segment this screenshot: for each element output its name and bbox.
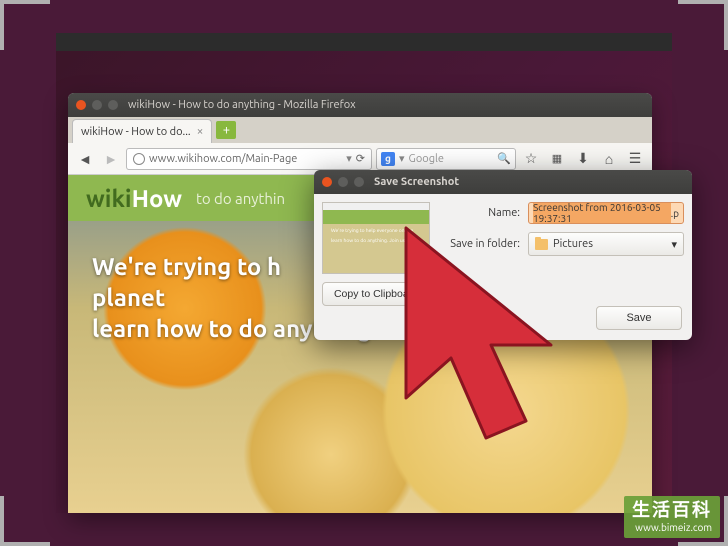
- forward-icon[interactable]: ►: [100, 148, 122, 170]
- system-menubar: [56, 33, 672, 51]
- dialog-titlebar[interactable]: Save Screenshot: [314, 170, 692, 194]
- minimize-icon[interactable]: [338, 177, 348, 187]
- filename-input[interactable]: Screenshot from 2016-03-05 19:37:31.p: [528, 202, 684, 224]
- window-title: wikiHow - How to do anything - Mozilla F…: [128, 99, 356, 111]
- close-tab-icon[interactable]: ×: [197, 125, 204, 138]
- url-text: www.wikihow.com/Main-Page: [149, 153, 297, 165]
- apps-icon[interactable]: ▦: [546, 148, 568, 170]
- filename-value: Screenshot from 2016-03-05 19:37:31: [533, 202, 671, 224]
- new-tab-button[interactable]: +: [216, 121, 236, 139]
- maximize-icon[interactable]: [108, 100, 118, 110]
- name-label: Name:: [440, 207, 520, 219]
- dropdown-icon[interactable]: ▾: [346, 152, 352, 165]
- search-icon[interactable]: 🔍: [497, 152, 511, 165]
- firefox-titlebar[interactable]: wikiHow - How to do anything - Mozilla F…: [68, 93, 652, 117]
- wikihow-tagline: to do anythin: [196, 190, 285, 207]
- home-icon[interactable]: ⌂: [598, 148, 620, 170]
- watermark-url: www.bimeiz.com: [632, 522, 712, 534]
- download-icon[interactable]: ⬇: [572, 148, 594, 170]
- watermark: 生活百科 www.bimeiz.com: [624, 496, 720, 538]
- close-icon[interactable]: [76, 100, 86, 110]
- minimize-icon[interactable]: [92, 100, 102, 110]
- tab-label: wikiHow - How to do...: [81, 126, 191, 138]
- search-bar[interactable]: g ▾ Google 🔍: [376, 148, 516, 170]
- desktop: wikiHow - How to do anything - Mozilla F…: [56, 33, 672, 513]
- browser-tab[interactable]: wikiHow - How to do... ×: [72, 119, 212, 143]
- cursor-annotation: [396, 223, 586, 463]
- dialog-title: Save Screenshot: [374, 176, 459, 188]
- watermark-title: 生活百科: [632, 500, 712, 522]
- reload-icon[interactable]: ⟳: [356, 152, 365, 165]
- globe-icon: [133, 153, 145, 165]
- frame-corner: [0, 496, 50, 546]
- chevron-down-icon: ▾: [671, 238, 677, 251]
- maximize-icon[interactable]: [354, 177, 364, 187]
- search-placeholder: Google: [409, 153, 444, 165]
- frame-corner: [678, 0, 728, 50]
- url-bar[interactable]: www.wikihow.com/Main-Page ▾ ⟳: [126, 148, 372, 170]
- google-icon: g: [381, 152, 395, 166]
- wikihow-logo[interactable]: wikiHow: [86, 185, 182, 212]
- tab-strip: wikiHow - How to do... × +: [68, 117, 652, 143]
- save-button[interactable]: Save: [596, 306, 682, 330]
- close-icon[interactable]: [322, 177, 332, 187]
- dropdown-icon[interactable]: ▾: [399, 152, 405, 165]
- frame-corner: [0, 0, 50, 50]
- menu-icon[interactable]: ☰: [624, 148, 646, 170]
- back-icon[interactable]: ◄: [74, 148, 96, 170]
- star-icon[interactable]: ☆: [520, 148, 542, 170]
